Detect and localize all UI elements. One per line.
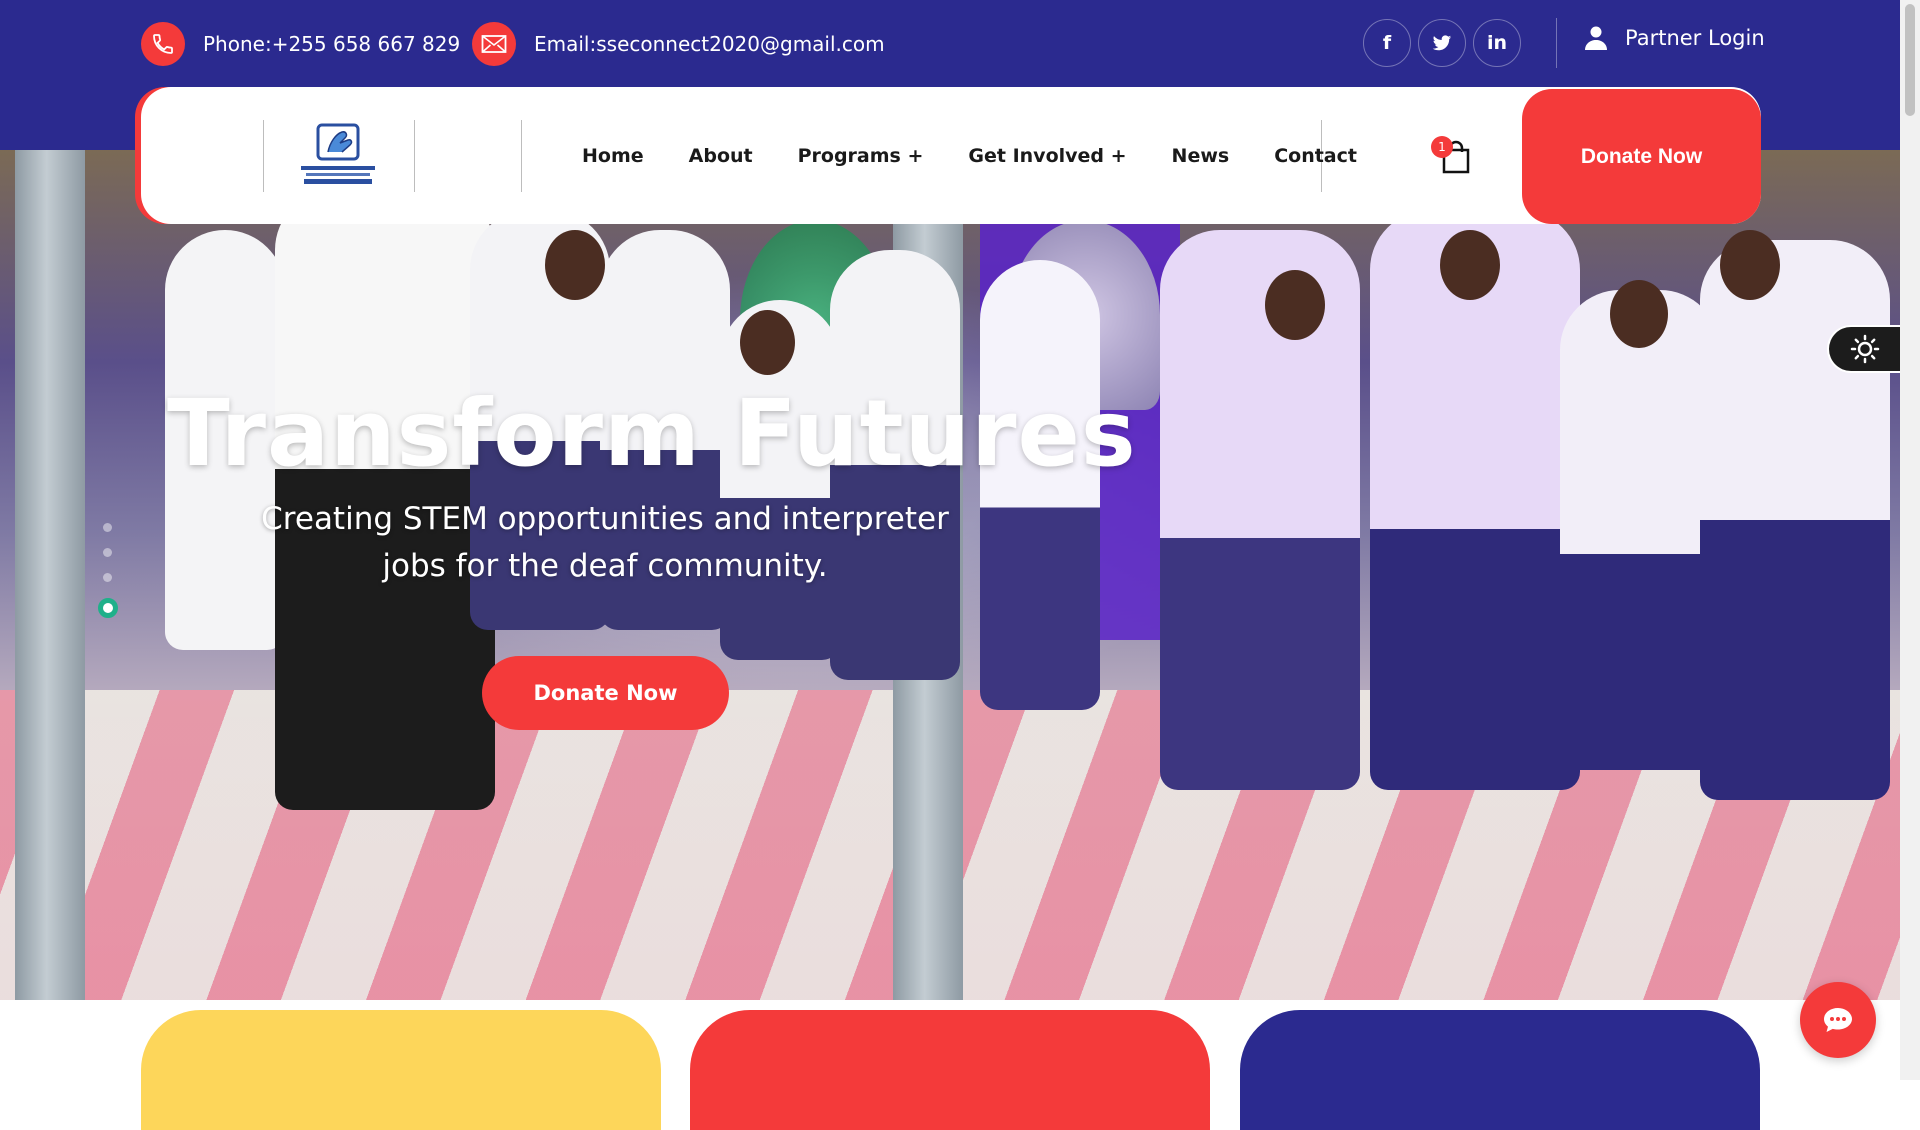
social-links: f in xyxy=(1363,19,1521,67)
theme-toggle-button[interactable] xyxy=(1827,325,1900,373)
chat-button[interactable] xyxy=(1800,982,1876,1058)
phone-contact[interactable]: Phone:+255 658 667 829 xyxy=(141,22,460,66)
hero-bg-head xyxy=(1610,280,1668,348)
slider-dots xyxy=(98,523,118,634)
nav-divider xyxy=(263,120,264,192)
feature-card-red xyxy=(690,1010,1210,1130)
cart-count-badge: 1 xyxy=(1431,136,1453,158)
nav-links: Home About Programs + Get Involved + New… xyxy=(582,145,1402,167)
feature-card-yellow xyxy=(141,1010,661,1130)
feature-card-blue xyxy=(1240,1010,1760,1130)
nav-programs[interactable]: Programs + xyxy=(798,145,924,167)
slider-dot[interactable] xyxy=(103,523,112,532)
nav-home[interactable]: Home xyxy=(582,145,644,167)
hero-bg-head xyxy=(1720,230,1780,300)
nav-news[interactable]: News xyxy=(1172,145,1230,167)
phone-text: Phone:+255 658 667 829 xyxy=(203,32,461,56)
nav-divider xyxy=(414,120,415,192)
hero-bg-head xyxy=(545,230,605,300)
email-text: Email:sseconnect2020@gmail.com xyxy=(534,32,885,56)
partner-login-link[interactable]: Partner Login xyxy=(1585,26,1765,50)
hero-title: Transform Futures xyxy=(167,380,1137,487)
site-logo[interactable] xyxy=(298,122,378,192)
email-contact[interactable]: Email:sseconnect2020@gmail.com xyxy=(472,22,885,66)
slider-dot[interactable] xyxy=(103,548,112,557)
scrollbar-track[interactable] xyxy=(1900,0,1920,1080)
hero-bg-pillar xyxy=(15,150,85,1000)
user-icon xyxy=(1585,26,1607,50)
donate-now-button[interactable]: Donate Now xyxy=(1522,89,1761,224)
scrollbar-thumb[interactable] xyxy=(1905,4,1915,116)
nav-about[interactable]: About xyxy=(689,145,753,167)
hero-bg-figure xyxy=(1160,230,1360,790)
sun-icon xyxy=(1850,334,1879,364)
phone-icon xyxy=(141,22,185,66)
hero-bg-figure xyxy=(1700,240,1890,800)
partner-login-label: Partner Login xyxy=(1625,26,1765,50)
slider-dot-active[interactable] xyxy=(98,598,118,618)
slider-dot[interactable] xyxy=(103,573,112,582)
twitter-icon[interactable] xyxy=(1418,19,1466,67)
facebook-icon[interactable]: f xyxy=(1363,19,1411,67)
nav-divider xyxy=(521,120,522,192)
mail-icon xyxy=(472,22,516,66)
hero-subtitle: Creating STEM opportunities and interpre… xyxy=(261,501,949,584)
hero-bg-head xyxy=(1440,230,1500,300)
hero-bg-figure xyxy=(1560,290,1720,770)
linkedin-icon[interactable]: in xyxy=(1473,19,1521,67)
chat-bubble-icon xyxy=(1824,1008,1852,1032)
hero-bg-head xyxy=(740,310,795,375)
nav-get-involved[interactable]: Get Involved + xyxy=(968,145,1126,167)
nav-contact[interactable]: Contact xyxy=(1274,145,1357,167)
hero-bg-head xyxy=(1265,270,1325,340)
cart-button[interactable]: 1 xyxy=(1431,136,1471,178)
topbar-divider xyxy=(1556,18,1557,68)
hero-donate-button[interactable]: Donate Now xyxy=(482,656,729,730)
